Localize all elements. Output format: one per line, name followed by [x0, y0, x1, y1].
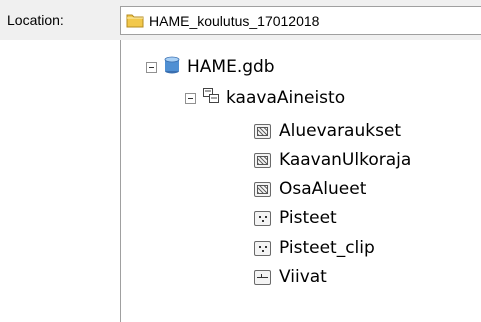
collapse-icon[interactable] [146, 61, 157, 73]
tree-node-feature-class[interactable]: OsaAlueet [254, 176, 366, 202]
feature-class-label: Viivat [279, 267, 327, 287]
tree-node-feature-class[interactable]: Pisteet_clip [254, 235, 375, 261]
tree-node-geodatabase[interactable]: HAME.gdb [146, 54, 275, 80]
catalog-tree: HAME.gdb kaavaAineisto Aluevaraukset Kaa… [120, 40, 481, 322]
feature-dataset-icon [202, 87, 220, 109]
location-bar: Location: HAME_koulutus_17012018 [0, 0, 481, 40]
feature-class-label: Pisteet_clip [279, 238, 375, 258]
location-field[interactable]: HAME_koulutus_17012018 [120, 6, 481, 35]
feature-class-label: Pisteet [279, 208, 337, 228]
tree-node-feature-class[interactable]: Pisteet [254, 205, 337, 231]
feature-class-label: OsaAlueet [279, 179, 367, 199]
tree-node-feature-class[interactable]: Viivat [254, 264, 327, 290]
location-label: Location: [7, 12, 64, 28]
feature-class-label: Aluevaraukset [279, 121, 402, 141]
polygon-feature-class-icon [254, 181, 271, 197]
polygon-feature-class-icon [254, 152, 271, 168]
geodatabase-cylinder-icon [163, 56, 181, 78]
point-feature-class-icon [254, 210, 271, 226]
location-value: HAME_koulutus_17012018 [149, 13, 320, 29]
line-feature-class-icon [254, 269, 271, 285]
feature-class-label: KaavanUlkoraja [279, 150, 412, 170]
point-feature-class-icon [254, 240, 271, 256]
collapse-icon[interactable] [185, 92, 196, 104]
tree-node-feature-class[interactable]: KaavanUlkoraja [254, 147, 411, 173]
folder-icon [126, 12, 144, 32]
tree-node-feature-dataset[interactable]: kaavaAineisto [185, 85, 345, 111]
geodatabase-label: HAME.gdb [187, 57, 275, 77]
tree-node-feature-class[interactable]: Aluevaraukset [254, 118, 401, 144]
feature-dataset-label: kaavaAineisto [226, 88, 346, 108]
polygon-feature-class-icon [254, 123, 271, 139]
